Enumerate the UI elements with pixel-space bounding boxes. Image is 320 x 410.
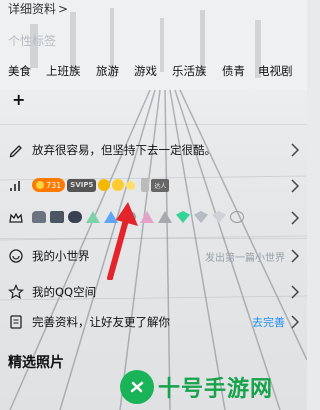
level-badge: 731	[32, 178, 66, 192]
red-arrow-annotation	[107, 202, 138, 280]
level-row[interactable]: 731 SVIP5 达人	[0, 172, 307, 200]
pencil-icon	[9, 145, 22, 158]
complete-profile-text: 完善资料，让好友更了解你	[32, 315, 170, 329]
world-text: 我的小世界	[32, 249, 90, 263]
world-row[interactable]: 我的小世界 发出第一篇小世界	[0, 242, 307, 270]
detail-info-title: 详细资料	[8, 2, 57, 16]
chevron-right-icon: >	[58, 1, 69, 16]
helmet-badge-icon	[32, 211, 46, 223]
tag-item[interactable]: 乐活族	[172, 60, 207, 82]
featured-photos-title: 精选照片	[8, 355, 64, 371]
level-badges: 731 SVIP5 达人	[32, 176, 170, 194]
svip-badge: SVIP5	[67, 178, 97, 192]
badges-row[interactable]	[0, 204, 307, 232]
divider	[0, 124, 307, 125]
qzone-row[interactable]: 我的QQ空间	[0, 278, 307, 306]
divider	[0, 238, 307, 239]
world-icon	[9, 249, 23, 263]
chevron-right-icon	[291, 143, 299, 157]
chevron-right-icon	[291, 249, 299, 263]
watermark-logo-icon	[120, 370, 154, 404]
level-bars-icon	[10, 181, 20, 191]
signature-text: 放弃很容易，但坚持下去一定很酷。	[32, 143, 216, 157]
chevron-right-icon	[291, 315, 299, 329]
tag-item[interactable]: 债青	[222, 60, 245, 82]
add-tag-button[interactable]: +	[12, 90, 25, 109]
talent-badge: 达人	[151, 178, 170, 192]
v-badge-icon	[230, 211, 244, 223]
crown-icon	[9, 212, 23, 223]
diamond-badge-icon	[194, 211, 208, 223]
world-hint: 发出第一篇小世界	[205, 252, 285, 264]
signature-row[interactable]: 放弃很容易，但坚持下去一定很酷。	[0, 136, 307, 164]
moon-badge-icon	[126, 180, 136, 190]
complete-profile-row[interactable]: 完善资料，让好友更了解你 去完善	[0, 308, 307, 336]
diamond-badge-icon	[212, 211, 226, 223]
star-icon	[8, 284, 24, 300]
chevron-right-icon	[291, 211, 299, 225]
tag-item[interactable]: 游戏	[134, 60, 157, 82]
watermark-text: 十号手游网	[158, 377, 274, 402]
tag-item[interactable]: 美食	[8, 60, 31, 82]
sun-icon	[36, 181, 44, 189]
shoe-badge-icon	[50, 211, 64, 223]
document-icon	[10, 315, 22, 329]
phone-badge-icon	[141, 178, 150, 192]
tag-item[interactable]: 旅游	[96, 60, 119, 82]
chevron-right-icon	[291, 179, 299, 193]
tag-item[interactable]: 电视剧	[258, 60, 293, 82]
detail-info-link[interactable]: 详细资料 >	[8, 0, 68, 17]
sun-badge-icon	[112, 179, 125, 191]
mountain-badge-icon	[158, 211, 172, 223]
tags-section-label: 个性标签	[8, 34, 57, 48]
level-number: 731	[46, 180, 62, 190]
diamond-badge-icon	[176, 211, 190, 223]
mountain-badge-icon	[86, 211, 100, 223]
qzone-text: 我的QQ空间	[32, 285, 97, 299]
complete-profile-link[interactable]: 去完善	[252, 314, 285, 330]
chevron-right-icon	[291, 285, 299, 299]
tag-item[interactable]: 上班族	[46, 60, 81, 82]
crown-badge-icon	[98, 179, 111, 191]
car-badge-icon	[68, 211, 82, 223]
watermark: 十号手游网	[120, 370, 273, 404]
